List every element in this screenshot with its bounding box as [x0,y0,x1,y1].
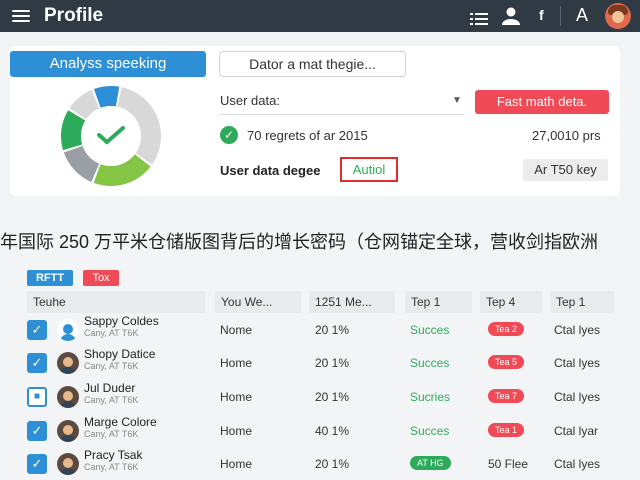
row-name: Sappy Coldes [84,314,159,328]
user-data-degree-input[interactable]: Autiol [340,157,398,182]
divider [560,6,561,26]
row-pill-badge: Tea 7 [488,389,525,403]
row-you-we: Home [220,457,253,471]
table-row[interactable]: ■ Jul Duder Cany, AT T6K Home 20 1% Sucries Te… [0,379,640,413]
tag-rftt[interactable]: RFTT [27,270,73,286]
page-title: Profile [44,5,104,26]
row-status: Succes [410,323,450,337]
row-checkbox[interactable]: ✓ [27,421,47,441]
row-you-we: Home [220,390,253,404]
column-header[interactable]: Tep 1 [405,291,472,313]
column-header[interactable]: You We... [215,291,301,313]
table-row[interactable]: ✓ Sappy Coldes Cany, AT T6K Nome 20 1% Succes… [0,312,640,346]
caption-banner: 年国际 250 万平米仓储版图背后的增长密码（仓网锚定全球，营收剑指欧洲 [0,232,599,252]
row-me: 20 1% [315,356,350,370]
user-data-select[interactable]: User data: [220,93,464,115]
list-icon[interactable] [470,9,488,29]
top-bar: Profile f A [0,0,640,32]
row-checkbox[interactable]: ✓ [27,353,47,373]
column-header[interactable]: Tep 4 [480,291,542,313]
row-me: 40 1% [315,424,350,438]
row-subtitle: Cany, AT T6K [84,328,139,338]
text-icon[interactable]: A [576,5,588,25]
row-avatar [57,352,79,374]
user-icon[interactable] [501,6,521,26]
row-avatar [57,386,79,408]
row-subtitle: Cany, AT T6K [84,462,139,472]
row-checkbox[interactable]: ✓ [27,320,47,340]
row-checkbox[interactable]: ✓ [27,454,47,474]
row-avatar [57,420,79,442]
row-pill-badge: Tea 1 [488,423,525,437]
row-subtitle: Cany, AT T6K [84,361,139,371]
row-status: Succes [410,424,450,438]
row-pill-badge: Tea 2 [488,322,525,336]
row-avatar [57,319,79,341]
row-last: Ctal lyes [554,457,601,471]
column-header[interactable]: Teuhe [27,291,205,313]
table-row[interactable]: ✓ Shopy Datice Cany, AT T6K Home 20 1% Succes… [0,345,640,379]
info-icon[interactable]: f [539,7,544,27]
dator-button[interactable]: Dator a mat thegie... [219,51,406,77]
row-name: Shopy Datice [84,347,156,361]
row-avatar [57,453,79,475]
row-pill-badge: AT HG [410,456,451,470]
row-you-we: Nome [220,323,253,337]
row-you-we: Home [220,424,253,438]
avatar[interactable] [605,3,631,29]
row-name: Jul Duder [84,381,136,395]
row-checkbox[interactable]: ■ [27,387,47,407]
menu-icon[interactable] [12,10,30,22]
key-button[interactable]: Ar T50 key [523,159,608,181]
row-status: Succes [410,356,450,370]
user-data-degree-label: User data degee [220,163,321,178]
row-last: Ctal lyar [554,424,599,438]
row-pill-badge: Tea 5 [488,355,525,369]
tag-tox[interactable]: Tox [83,270,119,286]
table-row[interactable]: ✓ Pracy Tsak Cany, AT T6K Home 20 1% AT HG 50 … [0,446,640,480]
row-me: 20 1% [315,390,350,404]
row-you-we: Home [220,356,253,370]
row-me: 20 1% [315,323,350,337]
analysis-button[interactable]: Analyss speeking [10,51,206,77]
column-header[interactable]: 1251 Me... [309,291,395,313]
row-extra: 50 Flee [488,457,529,471]
check-circle-icon: ✓ [220,126,238,144]
row-me: 20 1% [315,457,350,471]
row-subtitle: Cany, AT T6K [84,395,139,405]
row-name: Marge Colore [84,415,157,429]
prs-value: 27,0010 prs [532,128,601,143]
fast-math-button[interactable]: Fast math deta. [475,90,609,114]
table-row[interactable]: ✓ Marge Colore Cany, AT T6K Home 40 1% Succes… [0,413,640,447]
row-subtitle: Cany, AT T6K [84,429,139,439]
row-last: Ctal lyes [554,390,601,404]
chevron-down-icon[interactable]: ▼ [452,95,462,106]
row-name: Pracy Tsak [84,448,143,462]
regrets-text: 70 regrets of ar 2015 [247,128,368,143]
donut-chart [61,85,162,186]
column-header[interactable]: Tep 1 [550,291,614,313]
row-last: Ctal lyes [554,323,601,337]
row-status: Sucries [410,390,451,404]
row-last: Ctal lyes [554,356,601,370]
